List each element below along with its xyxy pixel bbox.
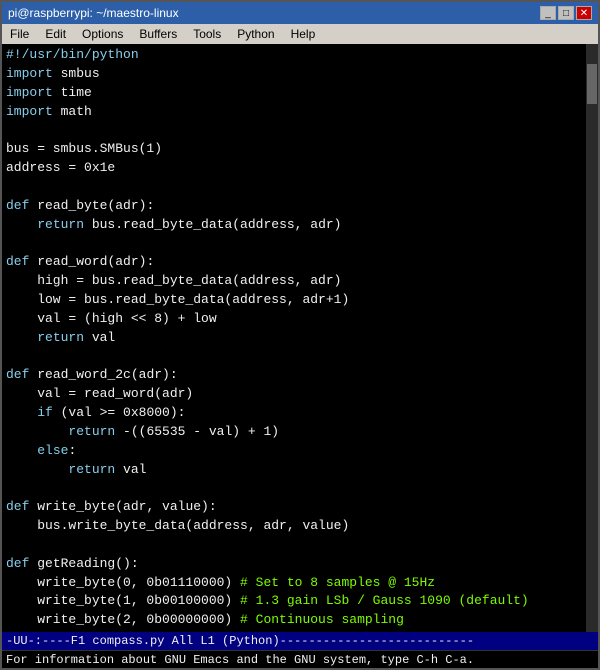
menu-item-python[interactable]: Python: [233, 27, 278, 41]
window-title: pi@raspberrypi: ~/maestro-linux: [8, 6, 179, 20]
status-text: -UU-:----F1 compass.py All L1 (Python)--…: [6, 634, 594, 648]
close-button[interactable]: ✕: [576, 6, 592, 20]
window-controls: _ □ ✕: [540, 6, 592, 20]
menu-item-file[interactable]: File: [6, 27, 33, 41]
minimize-button[interactable]: _: [540, 6, 556, 20]
menu-bar: File Edit Options Buffers Tools Python Help: [2, 24, 598, 44]
info-text: For information about GNU Emacs and the …: [6, 653, 474, 667]
menu-item-tools[interactable]: Tools: [189, 27, 225, 41]
info-bar: For information about GNU Emacs and the …: [2, 650, 598, 668]
scrollbar[interactable]: [586, 44, 598, 632]
editor-area[interactable]: #!/usr/bin/python import smbus import ti…: [2, 44, 598, 632]
scrollbar-thumb[interactable]: [587, 64, 597, 104]
maximize-button[interactable]: □: [558, 6, 574, 20]
title-bar: pi@raspberrypi: ~/maestro-linux _ □ ✕: [2, 2, 598, 24]
status-bar: -UU-:----F1 compass.py All L1 (Python)--…: [2, 632, 598, 650]
code-editor[interactable]: #!/usr/bin/python import smbus import ti…: [2, 44, 586, 632]
menu-item-options[interactable]: Options: [78, 27, 127, 41]
menu-item-buffers[interactable]: Buffers: [135, 27, 181, 41]
menu-item-edit[interactable]: Edit: [41, 27, 70, 41]
menu-item-help[interactable]: Help: [287, 27, 320, 41]
main-window: pi@raspberrypi: ~/maestro-linux _ □ ✕ Fi…: [0, 0, 600, 670]
